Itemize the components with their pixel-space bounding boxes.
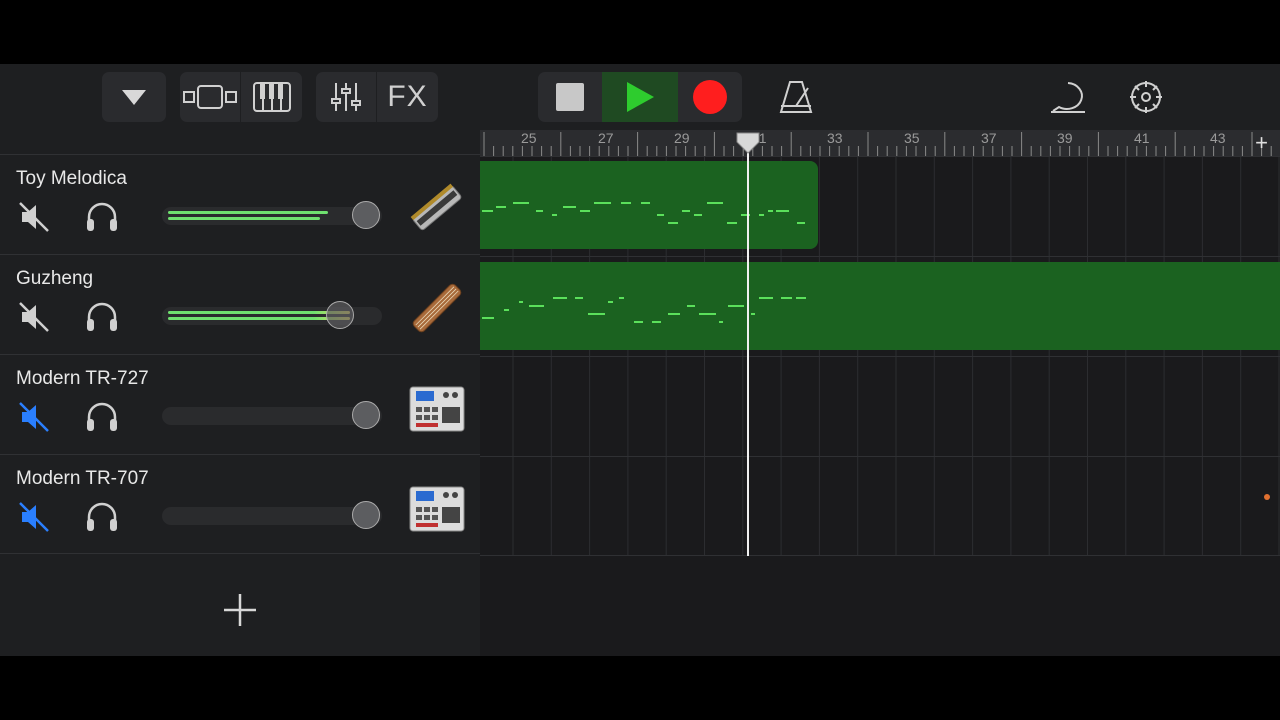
volume-knob[interactable] (352, 501, 380, 529)
track-headers: Toy Melodica Guzheng Modern TR-727 Moder… (0, 154, 480, 554)
track-name: Modern TR-727 (16, 368, 149, 389)
loop-browser-button[interactable] (1040, 72, 1096, 122)
fx-button[interactable]: FX (376, 72, 438, 122)
timeline-area[interactable]: 25 27 29 31 33 35 37 39 41 43 + (480, 130, 1280, 656)
volume-knob[interactable] (326, 301, 354, 329)
midi-region[interactable] (480, 262, 1280, 350)
tracks-view-icon (183, 85, 237, 109)
midi-region[interactable] (480, 161, 818, 249)
add-section-button[interactable]: + (1255, 130, 1268, 156)
piano-keys-icon (252, 82, 291, 112)
play-button[interactable] (602, 72, 678, 122)
view-group (180, 72, 302, 122)
bar-number: 25 (521, 130, 537, 146)
garageband-app: FX Toy Melodica Guzheng Modern TR-727 Mo… (0, 64, 1280, 656)
bar-number: 33 (827, 130, 843, 146)
metronome-icon (779, 81, 813, 113)
midi-notes (482, 202, 805, 224)
bar-number: 39 (1057, 130, 1073, 146)
drum-machine-icon (409, 386, 465, 432)
volume-slider[interactable] (162, 501, 382, 529)
volume-slider[interactable] (162, 201, 382, 229)
track-name: Toy Melodica (16, 168, 127, 189)
track-header[interactable]: Toy Melodica (0, 154, 480, 254)
mixer-sliders-icon (331, 83, 361, 111)
add-track-button[interactable] (222, 592, 258, 628)
settings-button[interactable] (1118, 72, 1174, 122)
loop-browser-icon (1051, 82, 1085, 113)
level-meter (168, 311, 350, 314)
level-meter (168, 217, 320, 220)
volume-knob[interactable] (352, 401, 380, 429)
headphones-icon[interactable] (84, 299, 120, 335)
mixer-button[interactable] (316, 72, 376, 122)
bar-number: 43 (1210, 130, 1226, 146)
control-bar: FX (0, 64, 1280, 130)
volume-knob[interactable] (352, 201, 380, 229)
volume-slider[interactable] (162, 401, 382, 429)
tracks-view-button[interactable] (180, 72, 240, 122)
harmonica-icon (410, 183, 462, 231)
mute-icon[interactable] (16, 399, 52, 435)
play-icon (627, 82, 654, 112)
track-lane[interactable] (480, 456, 1280, 556)
record-button[interactable] (678, 72, 742, 122)
triangle-down-icon (122, 90, 146, 105)
stop-icon (556, 83, 584, 111)
headphones-icon[interactable] (84, 399, 120, 435)
bar-number: 29 (674, 130, 690, 146)
mute-icon[interactable] (16, 299, 52, 335)
tracks-menu-button[interactable] (102, 72, 166, 122)
bar-number: 37 (981, 130, 997, 146)
bar-number: 35 (904, 130, 920, 146)
stop-button[interactable] (538, 72, 602, 122)
mute-icon[interactable] (16, 199, 52, 235)
record-icon (693, 80, 727, 114)
track-lane[interactable] (480, 356, 1280, 456)
drum-machine-icon (409, 486, 465, 532)
keyboard-button[interactable] (240, 72, 302, 122)
playhead[interactable] (747, 138, 749, 556)
mute-icon[interactable] (16, 499, 52, 535)
track-name: Guzheng (16, 268, 94, 289)
mixer-group: FX (316, 72, 438, 122)
guzheng-icon (412, 283, 462, 333)
metronome-button[interactable] (766, 72, 826, 122)
headphones-icon[interactable] (84, 499, 120, 535)
level-meter (168, 317, 350, 320)
playhead-handle[interactable] (736, 132, 760, 154)
gear-icon (1130, 81, 1162, 113)
midi-notes (482, 297, 806, 323)
track-header[interactable]: Modern TR-707 (0, 454, 480, 554)
headphones-icon[interactable] (84, 199, 120, 235)
plus-icon (224, 594, 256, 626)
track-name: Modern TR-707 (16, 468, 149, 489)
region-marker (1264, 494, 1270, 500)
bar-number: 41 (1134, 130, 1150, 146)
bar-ruler[interactable]: 25 27 29 31 33 35 37 39 41 43 + (480, 130, 1280, 156)
track-header[interactable]: Modern TR-727 (0, 354, 480, 454)
track-header[interactable]: Guzheng (0, 254, 480, 354)
bar-number: 27 (598, 130, 614, 146)
volume-slider[interactable] (162, 301, 382, 329)
level-meter (168, 211, 328, 214)
